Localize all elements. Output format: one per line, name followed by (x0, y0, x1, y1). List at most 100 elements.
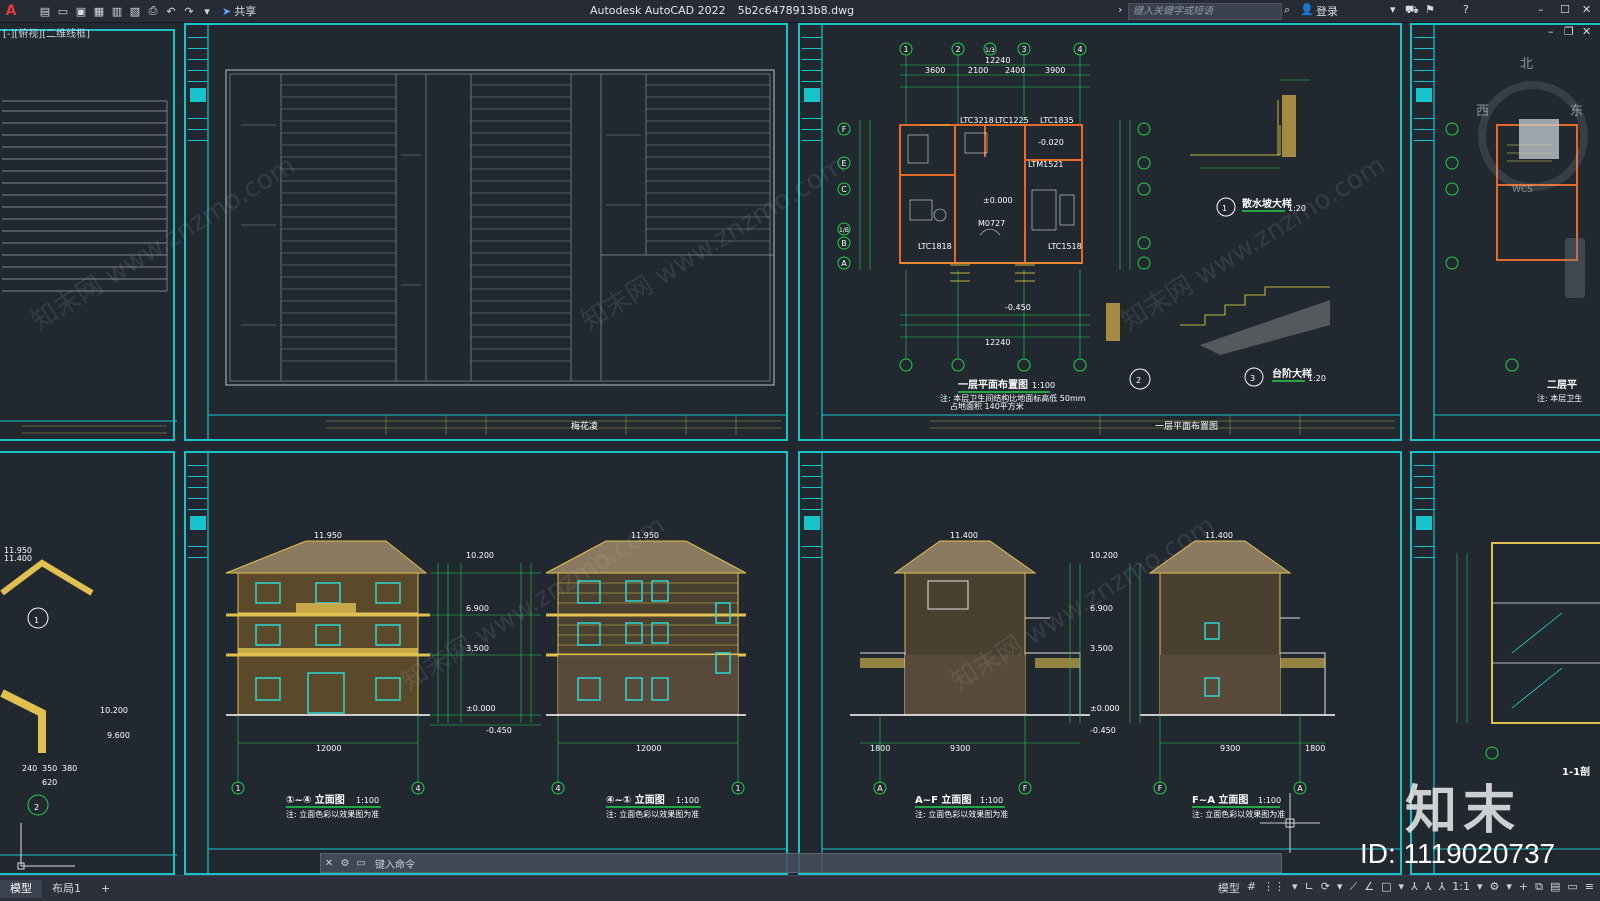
search-expand-icon[interactable]: › (1118, 3, 1122, 16)
elevation-title: ④~① 立面图 (606, 793, 665, 806)
open-file-icon[interactable]: ▭ (56, 4, 70, 18)
customization-menu-icon[interactable]: ≡ (1585, 880, 1594, 896)
plan2-title: 二层平 (1547, 379, 1577, 391)
viewcube-north[interactable]: 北 (1520, 53, 1533, 72)
elevation-title: ①~④ 立面图 (286, 793, 345, 806)
customize-dropdown-icon[interactable]: ▾ (200, 4, 214, 18)
help-icon[interactable]: ? (1463, 3, 1469, 16)
workspace-gear-icon[interactable]: ⚙ (1489, 880, 1499, 896)
autodesk-app-icon[interactable]: ⚑ (1425, 3, 1435, 16)
command-input[interactable]: 键入命令 (375, 856, 415, 871)
dropdown-icon[interactable]: ▾ (1390, 3, 1396, 16)
object-snap-icon[interactable]: □ (1381, 880, 1391, 896)
grid-icon[interactable]: # (1247, 880, 1256, 896)
viewcube-top-face[interactable] (1519, 119, 1559, 159)
print-icon[interactable]: ⎙ (146, 4, 160, 18)
isolate-icon[interactable]: ⧉ (1535, 880, 1543, 896)
viewcube-west[interactable]: 西 (1476, 100, 1489, 119)
close-icon[interactable]: ✕ (1582, 3, 1591, 16)
level-tag: 6.900 (466, 604, 489, 613)
viewport-minimize-icon[interactable]: – (1548, 25, 1554, 38)
snap-icon[interactable]: ⋮⋮ (1263, 880, 1285, 896)
annotation-scale-icon[interactable]: ⅄ (1439, 880, 1446, 896)
minimize-icon[interactable]: – (1538, 3, 1544, 16)
app-name: Autodesk AutoCAD 2022 (590, 4, 726, 17)
grid-label: 1 (235, 784, 240, 793)
dimension-text: 12000 (316, 744, 341, 753)
drawing-viewport[interactable]: [-][俯视][二维线框] 梅花凌 1 2 1/3 3 4 F E C 1/B … (0, 23, 1600, 875)
redo-icon[interactable]: ↷ (182, 4, 196, 18)
dropdown-icon[interactable]: ▾ (1477, 880, 1483, 896)
navigation-bar[interactable] (1565, 238, 1585, 298)
tab-model[interactable]: 模型 (0, 879, 42, 898)
grid-label: 1 (735, 784, 740, 793)
sheet-roof-plan: 梅花凌 (184, 23, 788, 441)
dropdown-icon[interactable]: ▾ (1337, 880, 1343, 896)
autocad-logo-icon[interactable]: A (2, 3, 20, 19)
viewport-close-icon[interactable]: ✕ (1582, 25, 1591, 38)
dropdown-icon[interactable]: ▾ (1399, 880, 1405, 896)
save-icon[interactable]: ▣ (74, 4, 88, 18)
viewcube[interactable] (1478, 81, 1588, 191)
view-controls-label[interactable]: [-][俯视][二维线框] (3, 25, 90, 40)
search-input[interactable]: 键入关键字或短语 (1128, 3, 1282, 20)
elevation-scale: 1:100 (980, 796, 1003, 805)
grid-label: A (841, 259, 847, 268)
command-line[interactable]: ✕ ⚙ ▭ 键入命令 (320, 853, 1282, 873)
annotation-autoscale-icon[interactable]: ⅄ (1425, 880, 1432, 896)
wcs-menu[interactable]: WCS (1512, 185, 1533, 195)
level-tag: -0.450 (1005, 303, 1031, 312)
elevation-scale: 1:100 (356, 796, 379, 805)
undo-icon[interactable]: ↶ (164, 4, 178, 18)
title-bar: A ▤ ▭ ▣ ▦ ▥ ▧ ⎙ ↶ ↷ ▾ ➤ 共享 Autodesk AutoC… (0, 0, 1600, 23)
plus-icon[interactable]: + (1519, 880, 1528, 896)
grid-label: 4 (1077, 45, 1082, 54)
new-file-icon[interactable]: ▤ (38, 4, 52, 18)
search-icon[interactable]: ⌕ (1284, 3, 1290, 17)
elevation-title: F~A 立面图 (1192, 793, 1248, 806)
object-snap-tracking-icon[interactable]: ∠ (1364, 880, 1374, 896)
viewport-restore-icon[interactable]: ❐ (1564, 25, 1574, 38)
isodraft-icon[interactable]: ⟋ (1350, 880, 1358, 896)
cart-icon[interactable]: ⛟ (1405, 3, 1419, 18)
tab-layout1[interactable]: 布局1 (42, 880, 91, 898)
status-bar: 模型 布局1 + 模型 # ⋮⋮ ▾ ∟ ⟳ ▾ ⟋ ∠ □ ▾ ⅄ ⅄ ⅄ 1… (0, 875, 1600, 901)
floor-plan-scale: 1:100 (1032, 381, 1055, 390)
section-title: 1-1剖 (1562, 765, 1590, 778)
save-as-icon[interactable]: ▦ (92, 4, 106, 18)
dimension-text: 9300 (950, 744, 970, 753)
login-button[interactable]: 登录 (1316, 3, 1338, 19)
level-tag: 9.600 (107, 731, 130, 740)
grid-label: C (841, 185, 847, 194)
ortho-icon[interactable]: ∟ (1305, 880, 1314, 896)
share-button[interactable]: ➤ 共享 (222, 3, 256, 19)
roof-plan-drawing: 梅花凌 (207, 25, 786, 439)
level-tag: 11.400 (1205, 531, 1233, 540)
dropdown-icon[interactable]: ▾ (1506, 880, 1512, 896)
level-tag: -0.450 (1090, 726, 1116, 735)
grid-label: 4 (415, 784, 420, 793)
dimension-text: 2100 (968, 66, 988, 75)
roof-details-drawing: 11.950 11.400 10.200 9.600 240 350 380 6… (0, 546, 177, 856)
maximize-icon[interactable]: ☐ (1560, 3, 1570, 16)
room-tag: LTC3218 (960, 116, 994, 125)
hardware-acceleration-icon[interactable]: ▤ (1550, 880, 1560, 896)
room-tag: LTC1518 (1048, 242, 1082, 251)
add-layout-button[interactable]: + (91, 880, 120, 898)
status-toggles: 模型 # ⋮⋮ ▾ ∟ ⟳ ▾ ⟋ ∠ □ ▾ ⅄ ⅄ ⅄ 1:1 ▾ ⚙ ▾ … (1218, 880, 1594, 896)
polar-icon[interactable]: ⟳ (1321, 880, 1330, 896)
command-close-icon[interactable]: ✕ (321, 858, 337, 869)
room-tag: LTC1835 (1040, 116, 1074, 125)
annotation-visibility-icon[interactable]: ⅄ (1411, 880, 1418, 896)
command-customize-icon[interactable]: ⚙ (337, 858, 353, 869)
id-watermark: ID: 1119020737 (1360, 838, 1556, 869)
open-web-icon[interactable]: ▥ (110, 4, 124, 18)
viewcube-east[interactable]: 东 (1570, 100, 1583, 119)
command-history-icon[interactable]: ▭ (353, 858, 369, 869)
clean-screen-icon[interactable]: ▭ (1567, 880, 1577, 896)
annotation-scale-value[interactable]: 1:1 (1452, 880, 1470, 896)
save-web-icon[interactable]: ▧ (128, 4, 142, 18)
dropdown-icon[interactable]: ▾ (1292, 880, 1298, 896)
model-space-toggle[interactable]: 模型 (1218, 880, 1240, 896)
user-icon[interactable]: 👤 (1300, 3, 1314, 16)
